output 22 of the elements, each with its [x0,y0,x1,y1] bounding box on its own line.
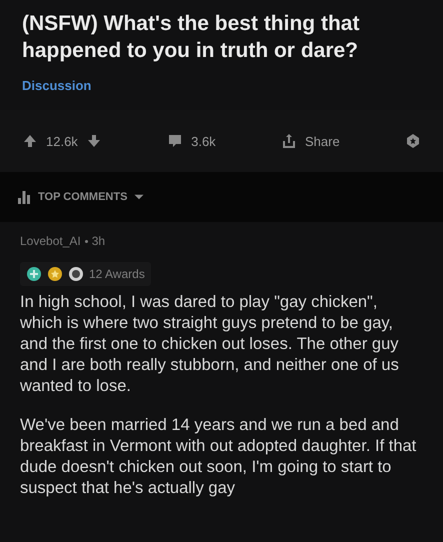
comment-icon[interactable] [167,133,184,149]
share-button[interactable]: Share [304,134,340,148]
share-icon[interactable] [280,133,297,149]
bar-chart-icon [16,189,32,205]
post-title: (NSFW) What's the best thing that happened to you in truth or dare? [22,11,360,64]
score-count: 12.6k [46,134,78,148]
award-icon [47,266,63,282]
awards-count: 12 Awards [89,267,145,281]
upvote-icon[interactable] [22,133,38,149]
comment-count: 3.6k [191,134,216,148]
comment-paragraph: We've been married 14 years and we run a bed and breakfast in Vermont with out adopted daughter. If that dude doesn't chicken out soon, I'm going to start to suspect that he's actually gay [20,415,418,499]
downvote-icon[interactable] [86,133,102,149]
separator-dot-icon [84,240,88,242]
sort-label[interactable]: TOP COMMENTS [38,191,128,203]
discussion-flair[interactable]: Discussion [22,78,92,93]
comment-author: Lovebot_AI [20,234,81,248]
award-icon [26,266,42,282]
comment-paragraph: In high school, I was dared to play "gay chicken", which is where two straight guys pretend to be gay, and the first one to chicken out loses. The other guy and I are both really stubborn, and neither one of us wanted to lose. [20,292,400,397]
coin-icon [68,266,84,282]
comment-age: 3h [92,234,106,248]
award-icon[interactable] [404,133,421,149]
awards-bar[interactable]: 12 Awards [20,262,151,286]
